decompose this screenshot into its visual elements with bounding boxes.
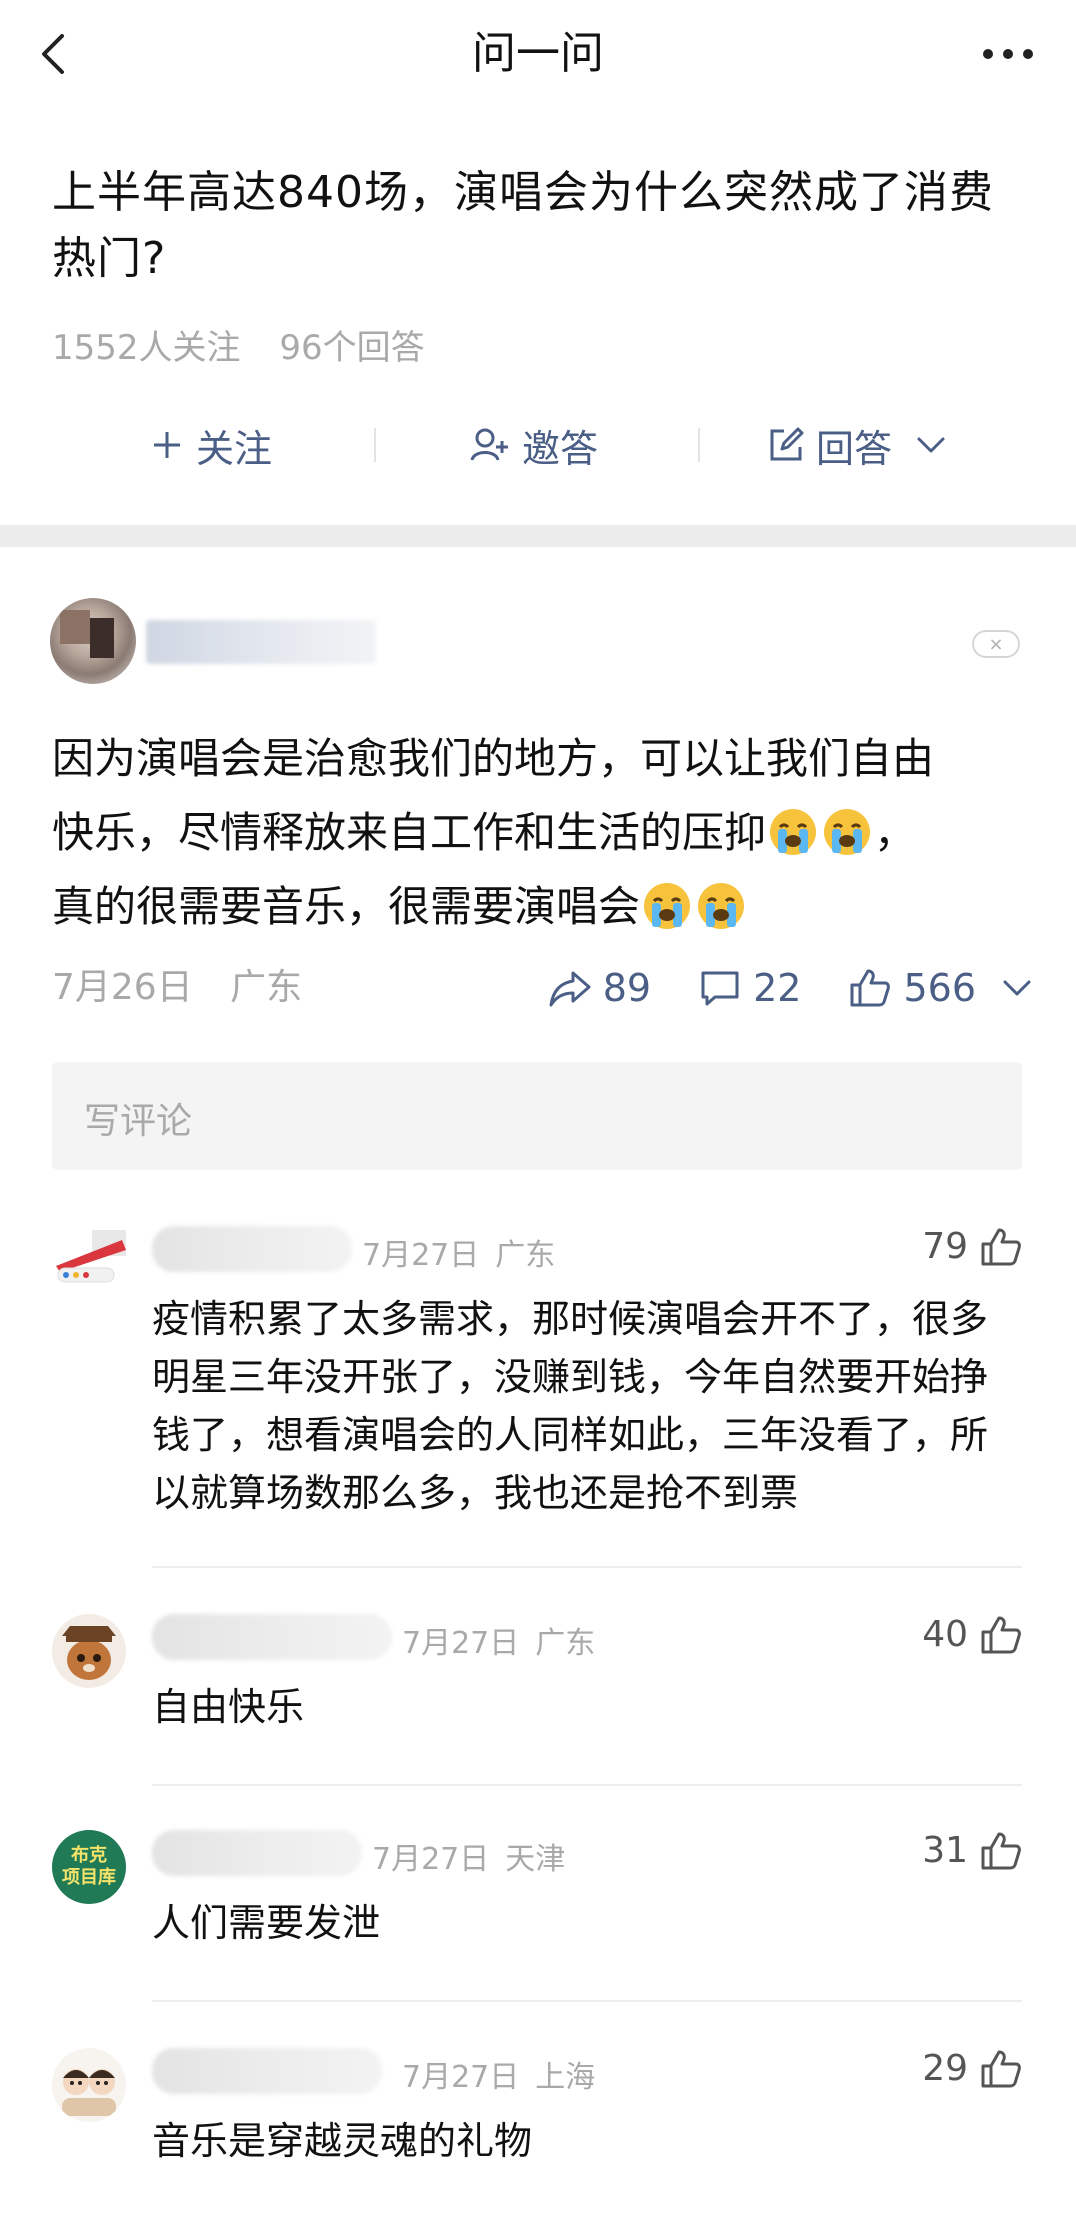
comment-like-count: 31 [922,1830,968,1871]
avatar-logo-text: 布克 项目库 [62,1845,116,1888]
comment-input[interactable]: 写评论 [52,1062,1022,1170]
crying-emoji-icon [698,883,745,929]
comment-text[interactable]: 音乐是穿越灵魂的礼物 [152,2112,1022,2170]
comment-text[interactable]: 自由快乐 [152,1678,1022,1736]
followers-count: 1552人关注 [52,328,241,368]
avatar[interactable] [52,1614,126,1688]
share-count: 89 [602,966,652,1010]
crying-emoji-icon [824,809,871,855]
divider [152,1784,1022,1786]
close-icon[interactable]: × [972,630,1020,658]
comment-like-button[interactable]: 31 [922,1830,1022,1871]
avatar[interactable] [50,598,136,684]
avatar[interactable] [52,2048,126,2122]
commenter-name-blurred[interactable] [152,2048,382,2094]
comment-like-count: 29 [922,2048,968,2089]
answer-line: 因为演唱会是治愈我们的地方，可以让我们自由 [52,734,935,783]
chevron-down-icon[interactable] [916,435,946,455]
invite-answer-button[interactable]: 邀答 [470,410,598,480]
comment-meta: 7月27日 广东 [402,1626,596,1661]
avatar[interactable]: 布克 项目库 [52,1830,126,1904]
share-button[interactable]: 89 [549,966,651,1010]
comment-meta: 7月27日 上海 [402,2060,596,2095]
invite-label: 邀答 [522,426,599,471]
avatar[interactable] [52,1226,126,1300]
like-button[interactable]: 566 [849,966,976,1010]
commenter-name-blurred[interactable] [152,1226,352,1272]
question-action-bar: 关注 邀答 回答 [0,410,1076,480]
answer-label: 回答 [816,426,893,471]
thumbs-up-icon [981,2050,1021,2087]
comment-item: 7月27日 广东 40 自由快乐 [52,1614,1022,1744]
comment-like-count: 79 [922,1226,968,1267]
answer-date: 7月26日 [52,967,193,1008]
comment-item: 7月27日 上海 29 音乐是穿越灵魂的礼物 [52,2048,1022,2178]
chevron-down-icon[interactable] [1002,978,1032,998]
comment-item: 布克 项目库 7月27日 天津 31 人们需要发泄 [52,1830,1022,1960]
like-count: 566 [903,966,976,1010]
comment-meta: 7月27日 广东 [362,1238,556,1273]
thumbs-up-icon [981,1832,1021,1869]
commenter-name-blurred[interactable] [152,1614,392,1660]
answer-line: 真的很需要音乐，很需要演唱会 [52,870,1032,944]
divider [152,2000,1022,2002]
write-answer-button[interactable]: 回答 [768,410,946,480]
answer-line: 快乐，尽情释放来自工作和生活的压抑， [52,808,917,857]
divider [374,428,376,462]
crying-emoji-icon [770,809,817,855]
share-icon [549,971,591,1007]
answer-author-row: × [50,598,1030,688]
comment-button[interactable]: 22 [699,966,801,1010]
plus-icon [154,432,180,458]
page-title: 问一问 [472,28,604,79]
comment-like-button[interactable]: 79 [922,1226,1022,1267]
answer-location: 广东 [230,967,303,1008]
comment-item: 7月27日 广东 79 疫情积累了太多需求，那时候演唱会开不了，很多明星三年没开张… [52,1226,1022,1526]
follow-button[interactable]: 关注 [150,410,272,480]
crying-emoji-icon [644,883,691,929]
comment-count: 22 [753,966,802,1010]
more-options-icon[interactable] [980,40,1036,68]
comment-text[interactable]: 疫情积累了太多需求，那时候演唱会开不了，很多明星三年没开张了，没赚到钱，今年自然… [152,1290,1022,1522]
commenter-name-blurred[interactable] [152,1830,362,1876]
invite-user-icon [470,428,508,461]
comment-like-button[interactable]: 29 [922,2048,1022,2089]
comment-like-count: 40 [922,1614,968,1655]
thumbs-up-icon [850,969,891,1007]
comment-icon [701,971,739,1006]
edit-icon [770,427,804,461]
thumbs-up-icon [981,1228,1021,1265]
divider [152,1566,1022,1568]
section-separator [0,525,1076,547]
question-stats: 1552人关注 96个回答 [52,320,453,369]
thumbs-up-icon [981,1616,1021,1653]
follow-label: 关注 [196,426,273,471]
question-title[interactable]: 上半年高达840场，演唱会为什么突然成了消费热门? [52,160,1032,292]
comment-text[interactable]: 人们需要发泄 [152,1894,1022,1952]
comment-like-button[interactable]: 40 [922,1614,1022,1655]
author-name-blurred[interactable] [146,620,376,664]
answer-body[interactable]: 因为演唱会是治愈我们的地方，可以让我们自由 快乐，尽情释放来自工作和生活的压抑，… [52,722,1032,944]
top-bar: 问一问 [0,0,1076,110]
answer-meta-row: 7月26日 广东 89 22 566 [52,960,1032,1016]
divider [698,428,700,462]
comment-meta: 7月27日 天津 [372,1842,566,1877]
answers-count[interactable]: 96个回答 [279,328,424,368]
